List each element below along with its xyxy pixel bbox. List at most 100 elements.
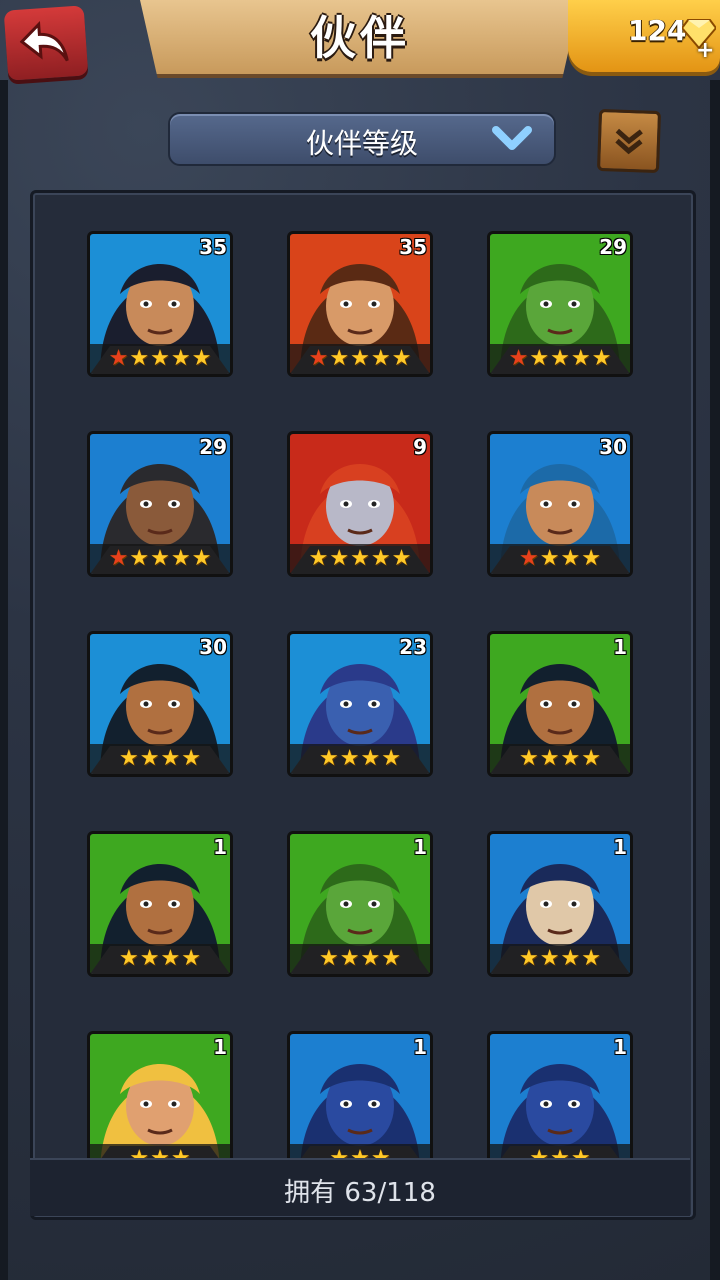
chevron-down-icon [492,126,532,150]
star-icon: ★ [539,746,560,771]
companion-card[interactable]: 1 ★ ★ ★ ★ [287,831,433,977]
companion-card[interactable]: 1 ★ ★ ★ ★ [487,831,633,977]
star-icon: ★ [339,746,360,771]
star-rating: ★ ★ ★ ★ [290,744,430,774]
companion-level: 30 [599,435,627,459]
companion-level: 29 [599,235,627,259]
companion-card[interactable]: 29 ★ ★ ★ ★ ★ [487,231,633,377]
star-icon: ★ [370,546,391,571]
left-stone-border [0,80,8,1280]
companion-level: 35 [399,235,427,259]
star-icon: ★ [160,946,181,971]
companion-level: 1 [413,835,427,859]
star-rating: ★ ★ ★ ★ [290,944,430,974]
star-icon: ★ [119,946,139,971]
star-icon: ★ [391,346,412,371]
star-icon: ★ [329,546,350,571]
sort-order-button[interactable] [596,108,662,174]
companion-level: 1 [213,835,227,859]
star-icon: ★ [591,346,612,371]
sort-dropdown[interactable]: 伙伴等级 [168,112,556,166]
star-icon: ★ [519,946,539,971]
star-rating: ★ ★ ★ ★ ★ [90,544,230,574]
star-rating: ★ ★ ★ ★ ★ [90,344,230,374]
star-icon: ★ [550,346,570,371]
star-icon: ★ [350,346,370,371]
companion-card[interactable]: 35 ★ ★ ★ ★ ★ [287,231,433,377]
star-icon: ★ [529,346,550,371]
star-icon: ★ [191,546,212,571]
star-icon: ★ [339,946,360,971]
star-icon: ★ [391,546,412,571]
back-button[interactable] [3,5,89,81]
star-rating: ★ ★ ★ ★ ★ [290,344,430,374]
companion-card[interactable]: 1★★★ [287,1031,433,1177]
star-icon: ★ [170,546,191,571]
star-icon: ★ [360,946,381,971]
star-icon: ★ [350,546,370,571]
star-icon: ★ [539,946,560,971]
gem-currency[interactable]: 124 + [568,0,720,72]
star-icon: ★ [181,746,201,771]
star-rating: ★ ★ ★ ★ [90,944,230,974]
star-rating: ★ ★ ★ ★ ★ [490,344,630,374]
star-icon: ★ [191,346,212,371]
companion-card[interactable]: 1 ★ ★ ★ ★ [487,631,633,777]
star-icon: ★ [560,746,581,771]
companion-card[interactable]: 9 ★ ★ ★ ★ ★ [287,431,433,577]
companion-card[interactable]: 30 ★ ★ ★ ★ [87,631,233,777]
star-rating: ★ ★ ★ ★ [490,544,630,574]
star-icon: ★ [319,746,339,771]
star-icon: ★ [539,546,560,571]
owned-count: 拥有 63/118 [284,1178,436,1208]
star-icon: ★ [181,946,201,971]
companion-card[interactable]: 29 ★ ★ ★ ★ ★ [87,431,233,577]
add-gems-icon[interactable]: + [696,38,714,63]
star-icon: ★ [370,346,391,371]
star-icon: ★ [381,746,401,771]
page-title: 伙伴 [310,11,410,65]
star-icon: ★ [319,946,339,971]
star-icon: ★ [170,346,191,371]
companion-card[interactable]: 1★★★ [87,1031,233,1177]
star-icon: ★ [519,746,539,771]
star-icon: ★ [150,546,170,571]
right-stone-border [710,80,720,1280]
companion-card[interactable]: 35 ★ ★ ★ ★ ★ [87,231,233,377]
star-icon: ★ [560,546,581,571]
star-icon: ★ [308,546,329,571]
star-icon: ★ [119,746,139,771]
back-arrow-icon [19,21,69,62]
companion-level: 23 [399,635,427,659]
star-icon: ★ [519,546,539,571]
star-icon: ★ [581,946,601,971]
companion-card[interactable]: 1★★★ [487,1031,633,1177]
companion-level: 35 [199,235,227,259]
star-icon: ★ [129,346,150,371]
star-icon: ★ [308,346,329,371]
companion-level: 1 [613,635,627,659]
companion-grid-panel: 35 ★ ★ ★ ★ ★ 35 ★ ★ ★ ★ ★ 29 ★ ★ ★ ★ ★ 29 ★ ★ ★ ★ ★ 9 ★ ★ ★ ★ ★ 30 ★ ★ ★ ★… [30,190,696,1220]
title-banner: 伙伴 [140,0,580,78]
star-rating: ★ ★ ★ ★ [490,744,630,774]
companion-card[interactable]: 23 ★ ★ ★ ★ [287,631,433,777]
star-icon: ★ [581,546,601,571]
star-icon: ★ [508,346,529,371]
companion-level: 1 [413,1035,427,1059]
star-icon: ★ [329,346,350,371]
companion-level: 30 [199,635,227,659]
companion-card[interactable]: 30 ★ ★ ★ ★ [487,431,633,577]
star-icon: ★ [108,546,129,571]
companion-level: 9 [413,435,427,459]
companion-card[interactable]: 1 ★ ★ ★ ★ [87,831,233,977]
companion-level: 1 [213,1035,227,1059]
star-rating: ★ ★ ★ ★ ★ [290,544,430,574]
companion-level: 1 [613,835,627,859]
star-icon: ★ [108,346,129,371]
companion-level: 29 [199,435,227,459]
companion-level: 1 [613,1035,627,1059]
star-icon: ★ [139,746,160,771]
footer-bar: 拥有 63/118 [30,1158,690,1216]
star-icon: ★ [129,546,150,571]
star-icon: ★ [581,746,601,771]
